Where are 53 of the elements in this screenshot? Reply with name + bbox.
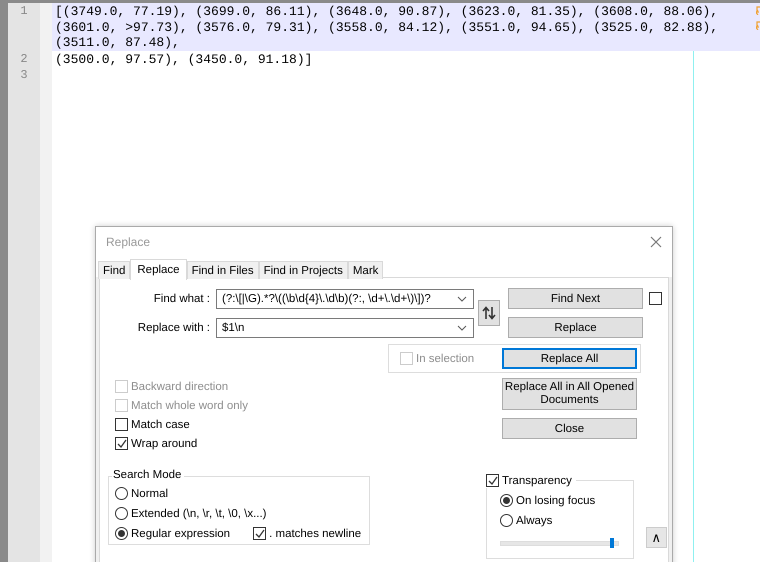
swap-button[interactable]	[478, 300, 500, 326]
radio-button[interactable]	[115, 487, 128, 500]
radio-button[interactable]	[500, 514, 513, 527]
collapse-button[interactable]: ∧	[646, 527, 667, 548]
option-label: Match whole word only	[131, 400, 248, 412]
replace-button[interactable]: Replace	[508, 317, 643, 338]
option-label: In selection	[416, 352, 474, 364]
checkbox[interactable]	[253, 527, 266, 540]
code-text: (3601.0, >97.73), (3576.0, 79.31), (3558.0, 84.12), (3551.0, 94.65), (3525.0, 82.88),	[55, 20, 718, 34]
checkbox[interactable]	[115, 437, 128, 450]
code-text: [(3749.0, 77.19), (3699.0, 86.11), (3648.0, 90.87), (3623.0, 81.35), (3608.0, 88.06),	[55, 4, 718, 19]
caret-icon	[457, 296, 467, 302]
line-number: 1	[20, 4, 28, 18]
close-icon[interactable]	[650, 236, 662, 248]
line-number: 3	[20, 68, 28, 82]
dialog-tab[interactable]: Find	[98, 261, 130, 279]
replace-with-combo[interactable]: $1\n	[216, 318, 474, 338]
option-label: Extended (\n, \r, \t, \0, \x...)	[131, 508, 267, 520]
transparency-slider[interactable]	[500, 541, 619, 546]
checkbox[interactable]	[649, 292, 662, 305]
checkbox[interactable]	[486, 474, 499, 487]
group-title: Search Mode	[112, 469, 184, 481]
close-button[interactable]: Close	[502, 418, 637, 439]
caret-icon	[457, 324, 467, 330]
swap-arrows-icon	[482, 306, 496, 320]
option-label: Wrap around	[131, 438, 198, 450]
checkbox[interactable]	[115, 418, 128, 431]
dialog-tab[interactable]: Find in Files	[186, 261, 259, 279]
dialog-tab[interactable]: Mark	[348, 261, 384, 279]
field-label: Replace with :	[136, 322, 210, 334]
code-text: (3511.0, 87.48),	[55, 35, 180, 50]
field-label: Find what :	[152, 292, 210, 304]
option-label: On losing focus	[516, 494, 596, 506]
dialog-title: Replace	[106, 234, 150, 248]
find-what-combo[interactable]: (?:\[|\G).*?\((\b\d{4}\.\d\b)(?:, \d+\.\d+\)\])?	[216, 288, 474, 308]
radio-button[interactable]	[115, 507, 128, 520]
find-next-button[interactable]: Find Next	[508, 288, 643, 309]
option-label: Match case	[131, 418, 190, 430]
radio-button[interactable]	[115, 527, 128, 540]
option-label: Regular expression	[131, 528, 230, 540]
option-label: . matches newline	[269, 528, 362, 540]
radio-button[interactable]	[500, 494, 513, 507]
option-label: Transparency	[502, 474, 572, 486]
replace-all-opened-button[interactable]: Replace All in All Opened Documents	[502, 378, 637, 410]
dialog-tab[interactable]: Find in Projects	[258, 261, 348, 279]
option-label: Backward direction	[131, 380, 228, 392]
replace-all-button[interactable]: Replace All	[502, 348, 637, 369]
option-label: Normal	[131, 488, 168, 500]
slider-thumb[interactable]	[610, 538, 614, 548]
code-text: (3500.0, 97.57), (3450.0, 91.18)]	[55, 52, 312, 66]
option-label: Always	[516, 514, 552, 526]
dialog-tab[interactable]: Replace	[130, 259, 187, 280]
line-number: 2	[20, 52, 28, 66]
